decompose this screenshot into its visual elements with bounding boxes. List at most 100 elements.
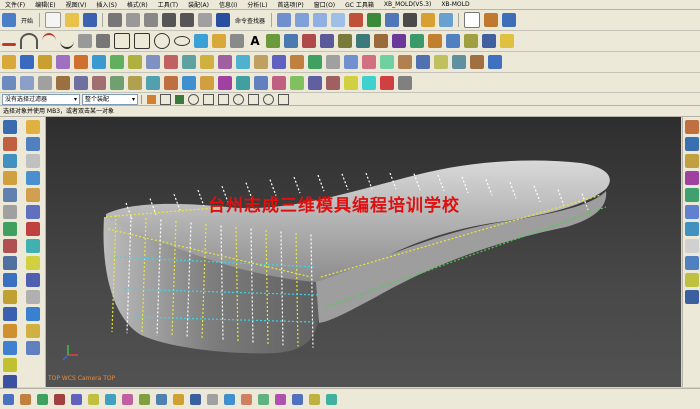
insert-icon[interactable]	[25, 256, 40, 270]
intersection-curve-icon[interactable]	[302, 34, 316, 48]
copy-icon[interactable]	[126, 13, 141, 27]
rectangle-icon[interactable]	[114, 33, 130, 49]
hole-icon[interactable]	[56, 55, 70, 69]
start-button[interactable]: 开始	[18, 16, 36, 25]
undo-icon[interactable]	[162, 13, 177, 27]
open-folder-icon[interactable]	[65, 13, 80, 27]
clearance-icon[interactable]	[380, 75, 394, 90]
bom-icon[interactable]	[25, 290, 40, 304]
trim-sheet-icon[interactable]	[164, 75, 178, 90]
bottom-tool-11-icon[interactable]	[173, 393, 184, 405]
bottom-tool-6-icon[interactable]	[88, 393, 99, 405]
revolve-icon[interactable]	[20, 55, 34, 69]
zoom-icon[interactable]	[313, 13, 328, 27]
studio-surface-icon[interactable]	[92, 75, 106, 90]
offset-face-icon[interactable]	[344, 55, 358, 69]
pattern-icon[interactable]	[272, 55, 286, 69]
sprue-icon[interactable]	[25, 154, 40, 168]
standard-parts-icon[interactable]	[3, 375, 17, 389]
edit-curve-icon[interactable]	[464, 34, 478, 48]
face-analysis-icon[interactable]	[326, 75, 340, 90]
existing-point-icon[interactable]	[233, 93, 244, 105]
paste-icon[interactable]	[144, 13, 159, 27]
cooling-icon[interactable]	[25, 205, 40, 219]
bridge-curve-icon[interactable]	[266, 34, 280, 48]
bottom-tool-16-icon[interactable]	[258, 393, 269, 405]
bottom-tool-19-icon[interactable]	[309, 393, 320, 405]
bottom-tool-12-icon[interactable]	[190, 393, 201, 405]
scale-body-icon[interactable]	[380, 55, 394, 69]
measure-icon[interactable]	[362, 75, 376, 90]
draft-icon[interactable]	[236, 55, 250, 69]
section-view-icon[interactable]	[685, 137, 699, 151]
menu-format[interactable]: 格式(R)	[122, 0, 153, 9]
x-form-icon[interactable]	[218, 75, 232, 90]
pocket-icon[interactable]	[92, 55, 106, 69]
hide-icon[interactable]	[685, 273, 699, 287]
menu-gc-toolbox[interactable]: GC 工具箱	[340, 0, 379, 9]
bottom-tool-15-icon[interactable]	[241, 393, 252, 405]
iso-curve-icon[interactable]	[236, 75, 250, 90]
scope-dropdown[interactable]: 整个装配 ▾	[82, 93, 138, 105]
arc-icon[interactable]	[20, 33, 38, 49]
web-browser-icon[interactable]	[3, 273, 17, 287]
bottom-tool-4-icon[interactable]	[54, 393, 65, 405]
rotate-icon[interactable]	[349, 13, 364, 27]
point-on-face-icon[interactable]	[263, 93, 274, 105]
helix-icon[interactable]	[194, 34, 208, 48]
select-icon[interactable]	[277, 13, 292, 27]
menu-insert[interactable]: 插入(S)	[91, 0, 122, 9]
menu-file[interactable]: 文件(F)	[0, 0, 30, 9]
snap-view-icon[interactable]	[685, 222, 699, 236]
show-icon[interactable]	[685, 290, 699, 304]
menu-analysis[interactable]: 分析(L)	[242, 0, 272, 9]
repeat-command-icon[interactable]	[198, 13, 213, 27]
curve-tool-icon[interactable]	[500, 34, 514, 48]
line-icon[interactable]	[2, 42, 16, 46]
command-finder-button[interactable]: 命令查找器	[232, 16, 268, 25]
ellipse-icon[interactable]	[174, 36, 190, 46]
bottom-tool-7-icon[interactable]	[105, 393, 116, 405]
datum-icon[interactable]	[685, 171, 699, 185]
menu-edit[interactable]: 编辑(E)	[30, 0, 60, 9]
new-file-icon[interactable]	[45, 12, 62, 28]
iso-view-icon[interactable]	[439, 13, 454, 27]
lifter-icon[interactable]	[25, 239, 40, 253]
object-display-icon[interactable]	[685, 256, 699, 270]
subtract-icon[interactable]	[164, 55, 178, 69]
through-mesh-icon[interactable]	[20, 75, 34, 90]
move-face-icon[interactable]	[452, 55, 466, 69]
bottom-tool-18-icon[interactable]	[292, 393, 303, 405]
menu-window[interactable]: 窗口(O)	[309, 0, 340, 9]
boss-icon[interactable]	[74, 55, 88, 69]
arc-center-icon[interactable]	[42, 33, 56, 49]
sweep-icon[interactable]	[38, 55, 52, 69]
mirror-icon[interactable]	[290, 55, 304, 69]
text-icon[interactable]: A	[248, 34, 262, 48]
palette-icon[interactable]	[3, 290, 17, 304]
n-sided-icon[interactable]	[56, 75, 70, 90]
bottom-tool-9-icon[interactable]	[139, 393, 150, 405]
project-curve-icon[interactable]	[284, 34, 298, 48]
menu-preferences[interactable]: 首选项(P)	[272, 0, 308, 9]
bottom-tool-1-icon[interactable]	[3, 393, 14, 405]
thicken-icon[interactable]	[362, 55, 376, 69]
draft-analysis-icon[interactable]	[308, 75, 322, 90]
end-point-icon[interactable]	[160, 93, 171, 105]
menu-tools[interactable]: 工具(T)	[153, 0, 183, 9]
through-curves-icon[interactable]	[2, 75, 16, 90]
process-studio-icon[interactable]	[3, 222, 17, 236]
save-icon[interactable]	[83, 13, 98, 27]
face-blend-icon[interactable]	[128, 75, 142, 90]
offset-curve-icon[interactable]	[230, 34, 244, 48]
cam-icon[interactable]	[25, 324, 40, 338]
bottom-tool-2-icon[interactable]	[20, 393, 31, 405]
point-on-curve-icon[interactable]	[248, 93, 259, 105]
bounded-plane-icon[interactable]	[74, 75, 88, 90]
curve-param-icon[interactable]	[482, 34, 496, 48]
menu-xb-mold[interactable]: XB-MOLD	[436, 1, 474, 8]
bottom-tool-17-icon[interactable]	[275, 393, 286, 405]
curve-length-icon[interactable]	[410, 34, 424, 48]
draft-check-icon[interactable]	[685, 120, 699, 134]
point-icon[interactable]	[78, 34, 92, 48]
